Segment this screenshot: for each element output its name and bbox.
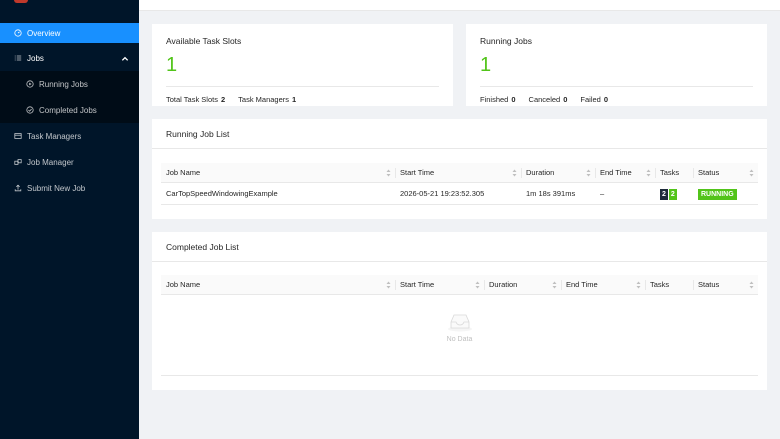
sort-icon[interactable]	[386, 169, 391, 177]
sidebar-item-label: Running Jobs	[39, 79, 88, 89]
sidebar: Overview Jobs Running Jobs Completed Job…	[0, 0, 139, 439]
divider	[166, 86, 439, 87]
empty-inbox-icon	[447, 314, 472, 332]
stat-value: 0	[563, 95, 568, 104]
stat-label: Task Managers	[238, 95, 290, 104]
sidebar-item-job-manager[interactable]: Job Manager	[0, 152, 139, 172]
sidebar-item-label: Job Manager	[27, 157, 74, 167]
card-title: Available Task Slots	[166, 36, 242, 46]
available-slots-value: 1	[166, 54, 178, 76]
sort-icon[interactable]	[386, 281, 391, 289]
task-manager-icon	[13, 131, 23, 141]
play-circle-icon	[25, 79, 35, 89]
column-header-tasks: Tasks	[650, 280, 670, 289]
sort-icon[interactable]	[586, 169, 591, 177]
sidebar-item-task-managers[interactable]: Task Managers	[0, 126, 139, 146]
sidebar-item-submit-new-job[interactable]: Submit New Job	[0, 178, 139, 198]
card-footer: Finished 0 Canceled 0 Failed 0	[480, 95, 621, 104]
top-header	[139, 0, 780, 11]
sidebar-item-label: Completed Jobs	[39, 105, 97, 115]
total-slots-stat: Total Task Slots 2	[166, 95, 225, 104]
sort-icon[interactable]	[475, 281, 480, 289]
card-title: Running Jobs	[480, 36, 532, 46]
column-header-job-name[interactable]: Job Name	[161, 163, 395, 183]
empty-text: No Data	[446, 336, 473, 343]
duration-cell: 1m 18s 391ms	[526, 189, 576, 198]
sidebar-item-jobs[interactable]: Jobs	[0, 48, 139, 68]
column-header-start-time[interactable]: Start Time	[395, 163, 521, 183]
column-header-end-time[interactable]: End Time	[561, 275, 645, 295]
end-time-cell: –	[600, 189, 605, 198]
canceled-stat: Canceled 0	[529, 95, 568, 104]
available-task-slots-card: Available Task Slots 1 Total Task Slots 2…	[152, 24, 453, 106]
chevron-up-icon	[121, 56, 129, 61]
status-badge: RUNNING	[698, 188, 737, 200]
sort-icon[interactable]	[512, 169, 517, 177]
column-header-end-time[interactable]: End Time	[595, 163, 655, 183]
stat-value: 2	[220, 95, 226, 104]
column-header-tasks: Tasks	[660, 168, 680, 177]
logo	[14, 0, 28, 3]
stat-label: Finished	[480, 95, 509, 104]
sidebar-item-label: Jobs	[27, 53, 44, 63]
stat-value: 0	[511, 95, 516, 104]
column-header-status[interactable]: Status	[693, 275, 758, 295]
status-cell: RUNNING	[693, 184, 758, 204]
failed-stat: Failed 0	[580, 95, 608, 104]
sort-icon[interactable]	[636, 281, 641, 289]
check-circle-icon	[25, 105, 35, 115]
running-jobs-card: Running Jobs 1 Finished 0 Canceled 0 Faile…	[466, 24, 767, 106]
table-header: Job Name Start Time Duration End Time Ta…	[161, 163, 758, 183]
column-header-job-name[interactable]: Job Name	[161, 275, 395, 295]
sidebar-item-overview[interactable]: Overview	[0, 23, 139, 43]
sidebar-item-label: Overview	[27, 28, 61, 38]
sort-icon[interactable]	[552, 281, 557, 289]
tasks-cell: 22	[655, 184, 693, 204]
column-header-status[interactable]: Status	[693, 163, 758, 183]
column-header-start-time[interactable]: Start Time	[395, 275, 484, 295]
completed-jobs-table: Job Name Start Time Duration End Time Ta…	[161, 275, 758, 377]
stat-value: 1	[292, 95, 297, 104]
task-running-badge: 2	[668, 188, 677, 200]
sidebar-item-running-jobs[interactable]: Running Jobs	[0, 74, 139, 94]
cluster-icon	[13, 157, 23, 167]
task-managers-stat: Task Managers 1	[238, 95, 296, 104]
task-count-badge: 2	[660, 188, 668, 200]
stat-label: Failed	[580, 95, 601, 104]
divider	[480, 86, 753, 87]
sort-icon[interactable]	[749, 281, 754, 289]
upload-icon	[13, 183, 23, 193]
sort-icon[interactable]	[646, 169, 651, 177]
stat-label: Canceled	[528, 95, 561, 104]
sidebar-item-label: Submit New Job	[27, 183, 86, 193]
divider	[152, 148, 767, 149]
running-jobs-value: 1	[480, 54, 492, 76]
stat-label: Total Task Slots	[166, 95, 218, 104]
column-header-duration[interactable]: Duration	[484, 275, 561, 295]
divider	[152, 261, 767, 262]
running-jobs-table: Job Name Start Time Duration End Time Ta…	[161, 163, 758, 209]
sidebar-item-label: Task Managers	[27, 131, 82, 141]
empty-state: No Data	[161, 310, 758, 370]
dashboard-icon	[13, 28, 23, 38]
card-footer: Total Task Slots 2 Task Managers 1	[166, 95, 309, 104]
table-header: Job Name Start Time Duration End Time Ta…	[161, 275, 758, 295]
job-name-cell[interactable]: CarTopSpeedWindowingExample	[161, 184, 395, 204]
running-job-list-card: Running Job List Job Name Start Time Dur…	[152, 119, 767, 219]
completed-job-list-card: Completed Job List Job Name Start Time D…	[152, 232, 767, 390]
start-time-cell: 2026-05-21 19:23:52.305	[400, 189, 485, 198]
list-icon	[13, 53, 23, 63]
stat-value: 0	[603, 95, 609, 104]
sort-icon[interactable]	[749, 169, 754, 177]
column-header-duration[interactable]: Duration	[521, 163, 595, 183]
card-title: Completed Job List	[166, 242, 239, 252]
sidebar-item-completed-jobs[interactable]: Completed Jobs	[0, 100, 139, 120]
card-title: Running Job List	[166, 129, 230, 139]
finished-stat: Finished 0	[480, 95, 516, 104]
